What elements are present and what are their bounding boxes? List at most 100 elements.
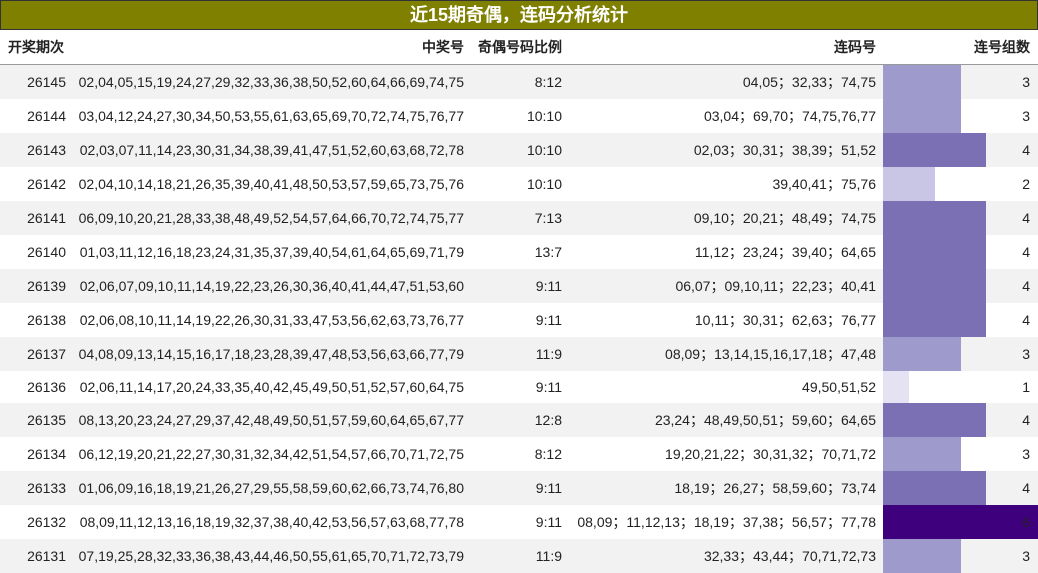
row-ratio: 7:13	[534, 210, 562, 226]
groups-data-bar	[883, 99, 961, 133]
row-issue: 26139	[27, 278, 66, 294]
table-row: 26131 07,19,25,28,32,33,36,38,43,44,46,50…	[0, 539, 1038, 573]
row-ratio: 11:9	[535, 346, 562, 362]
row-ratio: 9:11	[535, 514, 562, 530]
row-consecutive: 18,19；26,27；58,59,60；73,74	[674, 480, 876, 496]
row-groups-count: 3	[1022, 548, 1030, 564]
table-row: 26133 01,06,09,16,18,19,21,26,27,29,55,58…	[0, 471, 1038, 505]
row-numbers: 06,09,10,20,21,28,33,38,48,49,52,54,57,6…	[78, 210, 464, 226]
row-numbers: 01,03,11,12,16,18,23,24,31,35,37,39,40,5…	[79, 244, 464, 260]
row-issue: 26134	[27, 446, 66, 462]
row-consecutive: 04,05；32,33；74,75	[742, 74, 876, 90]
table-row: 26138 02,06,08,10,11,14,19,22,26,30,31,33…	[0, 303, 1038, 337]
row-consecutive: 23,24；48,49,50,51；59,60；64,65	[654, 412, 876, 428]
row-issue: 26138	[27, 312, 66, 328]
table-body: 26145 02,04,05,15,19,24,27,29,32,33,36,38…	[0, 65, 1038, 573]
row-ratio: 10:10	[526, 176, 562, 192]
row-groups-count: 1	[1022, 379, 1030, 395]
row-consecutive: 02,03；30,31；38,39；51,52	[693, 142, 876, 158]
groups-data-bar	[883, 337, 961, 371]
row-issue: 26137	[27, 346, 66, 362]
row-groups-count: 4	[1022, 142, 1030, 158]
groups-data-bar	[883, 539, 961, 573]
row-ratio: 13:7	[534, 244, 562, 260]
row-numbers: 06,12,19,20,21,22,27,30,31,32,34,42,51,5…	[78, 446, 464, 462]
row-issue: 26131	[27, 548, 66, 564]
row-ratio: 9:11	[535, 278, 562, 294]
table-header: 开奖期次 中奖号 奇偶号码比例 连码号 连号组数	[0, 30, 1038, 65]
table-row: 26136 02,06,11,14,17,20,24,33,35,40,42,45…	[0, 371, 1038, 403]
table-row: 26143 02,03,07,11,14,23,30,31,34,38,39,41…	[0, 133, 1038, 167]
row-ratio: 12:8	[534, 412, 562, 428]
row-issue: 26136	[27, 379, 66, 395]
row-issue: 26141	[27, 210, 66, 226]
row-consecutive: 19,20,21,22；30,31,32；70,71,72	[665, 446, 876, 462]
row-ratio: 8:12	[534, 74, 562, 90]
row-ratio: 9:11	[535, 480, 562, 496]
row-numbers: 02,06,11,14,17,20,24,33,35,40,42,45,49,5…	[79, 379, 464, 395]
row-groups-count: 4	[1022, 244, 1030, 260]
row-consecutive: 08,09；13,14,15,16,17,18；47,48	[665, 346, 876, 362]
table-row: 26137 04,08,09,13,14,15,16,17,18,23,28,39…	[0, 337, 1038, 371]
row-consecutive: 06,07；09,10,11；22,23；40,41	[675, 278, 876, 294]
row-consecutive: 03,04；69,70；74,75,76,77	[703, 108, 876, 124]
row-groups-count: 4	[1022, 210, 1030, 226]
row-issue: 26144	[27, 108, 66, 124]
header-issue: 开奖期次	[8, 39, 64, 55]
row-groups-count: 3	[1022, 346, 1030, 362]
groups-data-bar	[883, 65, 961, 99]
row-groups-count: 3	[1022, 108, 1030, 124]
row-numbers: 02,03,07,11,14,23,30,31,34,38,39,41,47,5…	[79, 142, 464, 158]
row-groups-count: 4	[1022, 312, 1030, 328]
table-title: 近15期奇偶，连码分析统计	[0, 0, 1038, 30]
row-groups-count: 6	[1022, 514, 1030, 530]
row-issue: 26145	[27, 74, 66, 90]
row-numbers: 02,04,05,15,19,24,27,29,32,33,36,38,50,5…	[78, 74, 464, 90]
row-ratio: 10:10	[526, 142, 562, 158]
table-row: 26132 08,09,11,12,13,16,18,19,32,37,38,40…	[0, 505, 1038, 539]
row-numbers: 02,06,07,09,10,11,14,19,22,23,26,30,36,4…	[79, 278, 464, 294]
row-groups-count: 2	[1022, 176, 1030, 192]
header-consecutive: 连码号	[834, 39, 876, 55]
row-issue: 26132	[27, 514, 66, 530]
groups-data-bar	[883, 371, 909, 403]
row-consecutive: 08,09；11,12,13；18,19；37,38；56,57；77,78	[577, 514, 876, 530]
row-ratio: 9:11	[535, 312, 562, 328]
table-row: 26142 02,04,10,14,18,21,26,35,39,40,41,48…	[0, 167, 1038, 201]
row-groups-count: 4	[1022, 412, 1030, 428]
row-issue: 26133	[27, 480, 66, 496]
row-groups-count: 3	[1022, 446, 1030, 462]
row-groups-count: 4	[1022, 278, 1030, 294]
row-consecutive: 10,11；30,31；62,63；76,77	[694, 312, 876, 328]
table-row: 26145 02,04,05,15,19,24,27,29,32,33,36,38…	[0, 65, 1038, 99]
row-numbers: 02,06,08,10,11,14,19,22,26,30,31,33,47,5…	[79, 312, 464, 328]
table-row: 26134 06,12,19,20,21,22,27,30,31,32,34,42…	[0, 437, 1038, 471]
header-ratio: 奇偶号码比例	[478, 39, 562, 55]
row-issue: 26143	[27, 142, 66, 158]
row-ratio: 9:11	[535, 379, 562, 395]
row-consecutive: 11,12；23,24；39,40；64,65	[694, 244, 876, 260]
row-numbers: 03,04,12,24,27,30,34,50,53,55,61,63,65,6…	[78, 108, 464, 124]
row-numbers: 02,04,10,14,18,21,26,35,39,40,41,48,50,5…	[78, 176, 464, 192]
row-numbers: 07,19,25,28,32,33,36,38,43,44,46,50,55,6…	[78, 548, 464, 564]
header-groups: 连号组数	[974, 39, 1030, 55]
table-row: 26141 06,09,10,20,21,28,33,38,48,49,52,54…	[0, 201, 1038, 235]
row-ratio: 10:10	[526, 108, 562, 124]
row-ratio: 8:12	[534, 446, 562, 462]
row-numbers: 08,09,11,12,13,16,18,19,32,37,38,40,42,5…	[79, 514, 464, 530]
row-groups-count: 3	[1022, 74, 1030, 90]
table-row: 26140 01,03,11,12,16,18,23,24,31,35,37,39…	[0, 235, 1038, 269]
row-numbers: 04,08,09,13,14,15,16,17,18,23,28,39,47,4…	[78, 346, 464, 362]
row-numbers: 01,06,09,16,18,19,21,26,27,29,55,58,59,6…	[78, 480, 464, 496]
table-row: 26135 08,13,20,23,24,27,29,37,42,48,49,50…	[0, 403, 1038, 437]
table-row: 26139 02,06,07,09,10,11,14,19,22,23,26,30…	[0, 269, 1038, 303]
row-issue: 26140	[27, 244, 66, 260]
header-numbers: 中奖号	[422, 39, 464, 55]
row-consecutive: 09,10；20,21；48,49；74,75	[693, 210, 876, 226]
row-numbers: 08,13,20,23,24,27,29,37,42,48,49,50,51,5…	[78, 412, 464, 428]
row-groups-count: 4	[1022, 480, 1030, 496]
row-issue: 26142	[27, 176, 66, 192]
groups-data-bar	[883, 167, 935, 201]
row-consecutive: 32,33；43,44；70,71,72,73	[703, 548, 876, 564]
groups-data-bar	[883, 437, 961, 471]
